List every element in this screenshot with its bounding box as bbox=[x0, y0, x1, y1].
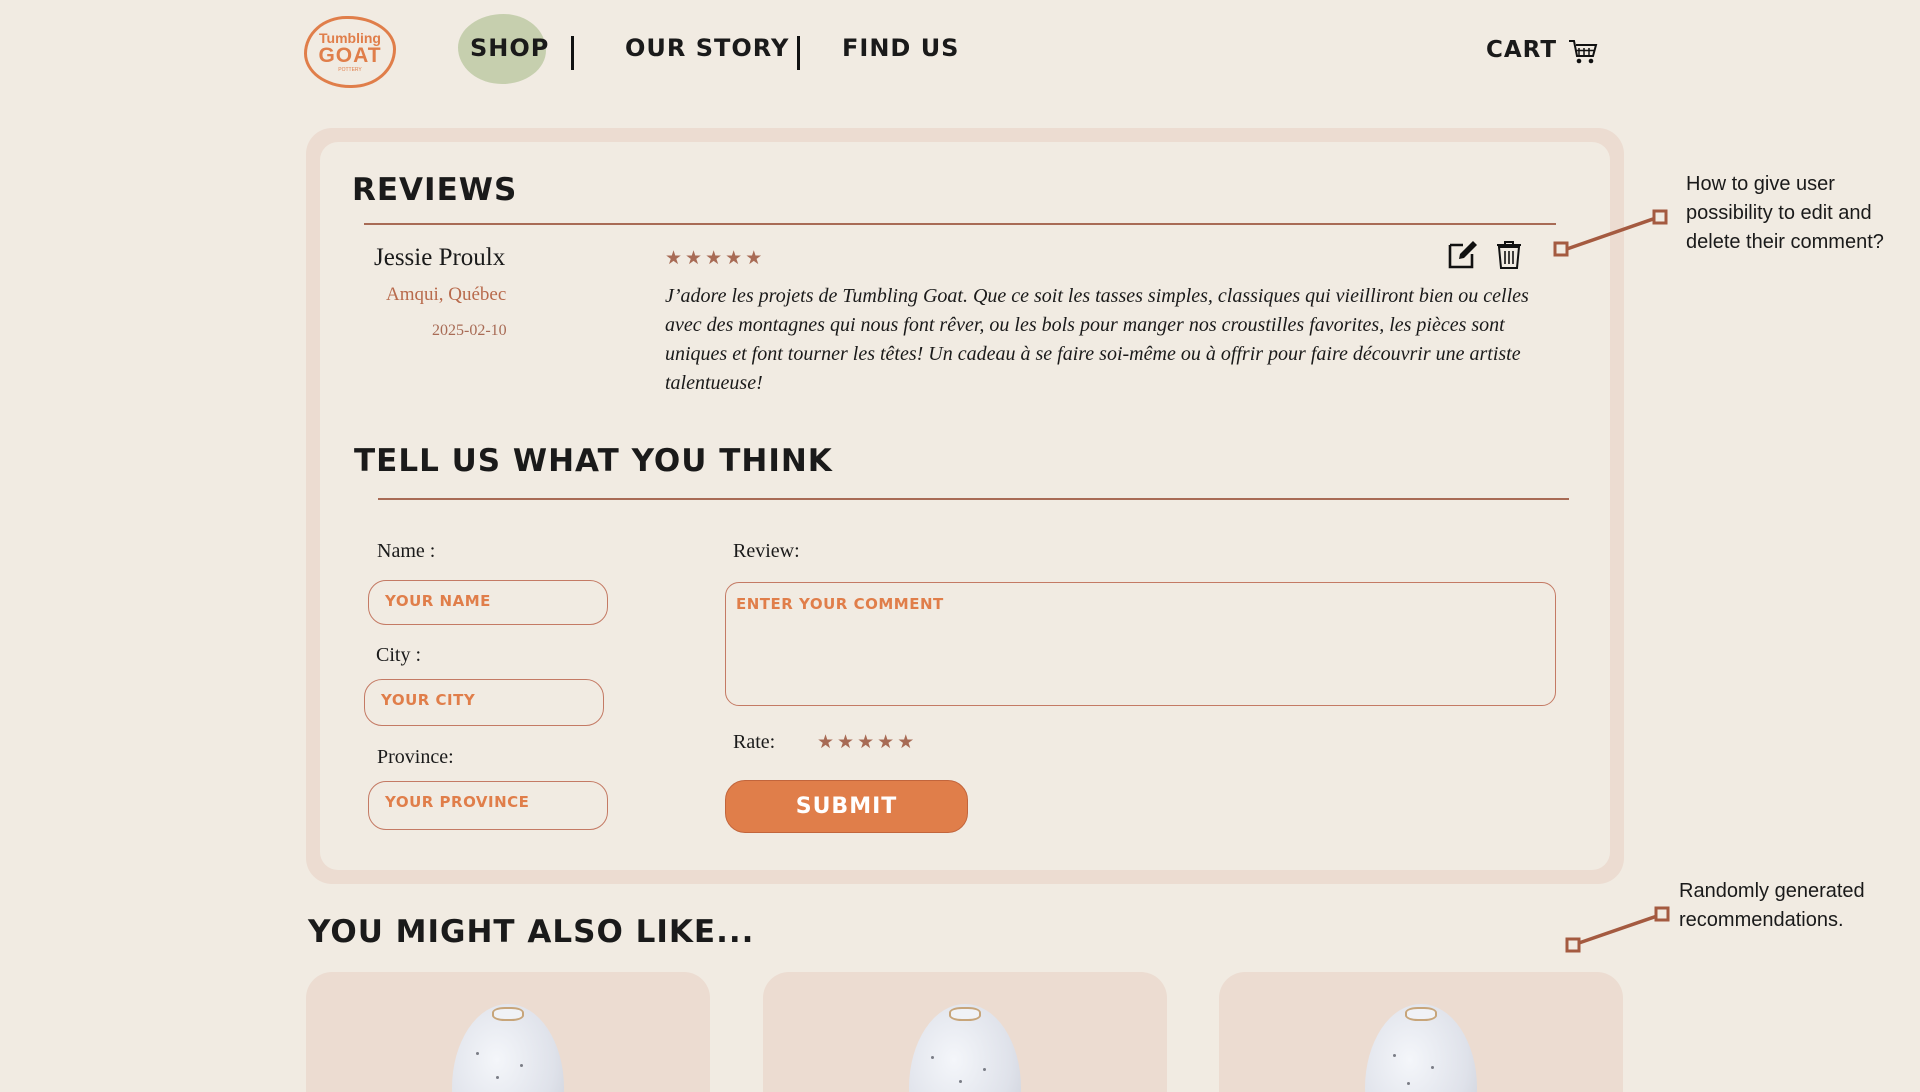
cart-label[interactable]: CART bbox=[1486, 37, 1557, 63]
review-textarea[interactable]: Enter your comment bbox=[725, 582, 1556, 706]
province-field[interactable]: Your province bbox=[368, 781, 608, 830]
review-rating: ★ ★ ★ ★ ★ bbox=[665, 249, 762, 269]
annotation-connector bbox=[1565, 906, 1670, 953]
trash-icon[interactable] bbox=[1493, 238, 1525, 270]
star-icon: ★ bbox=[705, 248, 723, 269]
star-icon[interactable]: ★ bbox=[837, 733, 854, 753]
name-field[interactable]: Your name bbox=[368, 580, 608, 625]
product-card[interactable] bbox=[763, 972, 1167, 1092]
cart-icon[interactable] bbox=[1568, 38, 1598, 66]
star-icon[interactable]: ★ bbox=[857, 733, 874, 753]
product-card[interactable] bbox=[306, 972, 710, 1092]
star-icon: ★ bbox=[745, 248, 763, 269]
review-label: Review: bbox=[733, 540, 800, 562]
annotation-recommendations: Randomly generated recommendations. bbox=[1679, 880, 1865, 931]
reviews-divider bbox=[364, 223, 1556, 225]
recommendations-heading: You might also like... bbox=[308, 914, 755, 950]
top-nav: Tumbling GOAT POTTERY Shop Our Story Fin… bbox=[0, 0, 1920, 100]
reviews-heading: Reviews bbox=[352, 172, 518, 208]
star-icon: ★ bbox=[685, 248, 703, 269]
nav-separator bbox=[797, 36, 800, 70]
form-heading: Tell us what you think bbox=[354, 443, 833, 479]
name-label: Name : bbox=[377, 540, 436, 562]
reviews-card-inner bbox=[320, 142, 1610, 870]
star-icon: ★ bbox=[665, 248, 683, 269]
product-card[interactable] bbox=[1219, 972, 1623, 1092]
rating-input[interactable]: ★ ★ ★ ★ ★ bbox=[817, 733, 914, 753]
annotation-connector bbox=[1553, 209, 1668, 257]
product-image-neck bbox=[492, 1007, 524, 1021]
logo-line-2: GOAT bbox=[318, 44, 382, 67]
reviews-card bbox=[306, 128, 1624, 884]
star-icon: ★ bbox=[725, 248, 743, 269]
province-label: Province: bbox=[377, 746, 454, 768]
edit-icon[interactable] bbox=[1447, 238, 1479, 270]
star-icon[interactable]: ★ bbox=[817, 733, 834, 753]
annotation-edit-delete: How to give user possibility to edit and… bbox=[1686, 173, 1884, 253]
city-field[interactable]: Your city bbox=[364, 679, 604, 726]
nav-separator bbox=[571, 36, 574, 70]
reviewer-location: Amqui, Québec bbox=[386, 284, 507, 305]
star-icon[interactable]: ★ bbox=[897, 733, 914, 753]
city-label: City : bbox=[376, 644, 422, 666]
nav-item-our-story[interactable]: Our Story bbox=[625, 34, 789, 62]
reviewer-name: Jessie Proulx bbox=[374, 244, 506, 271]
nav-item-shop[interactable]: Shop bbox=[470, 34, 549, 62]
product-image-neck bbox=[949, 1007, 981, 1021]
submit-button[interactable]: Submit bbox=[725, 780, 968, 833]
star-icon[interactable]: ★ bbox=[877, 733, 894, 753]
logo-line-3: POTTERY bbox=[338, 67, 362, 73]
review-date: 2025-02-10 bbox=[432, 322, 507, 339]
nav-item-find-us[interactable]: Find Us bbox=[842, 34, 959, 62]
rate-label: Rate: bbox=[733, 731, 776, 753]
logo[interactable]: Tumbling GOAT POTTERY bbox=[304, 16, 396, 88]
form-divider bbox=[378, 498, 1569, 500]
logo-line-1: Tumbling bbox=[319, 30, 381, 46]
review-text: J’adore les projets de Tumbling Goat. Qu… bbox=[665, 285, 1529, 394]
product-image-neck bbox=[1405, 1007, 1437, 1021]
